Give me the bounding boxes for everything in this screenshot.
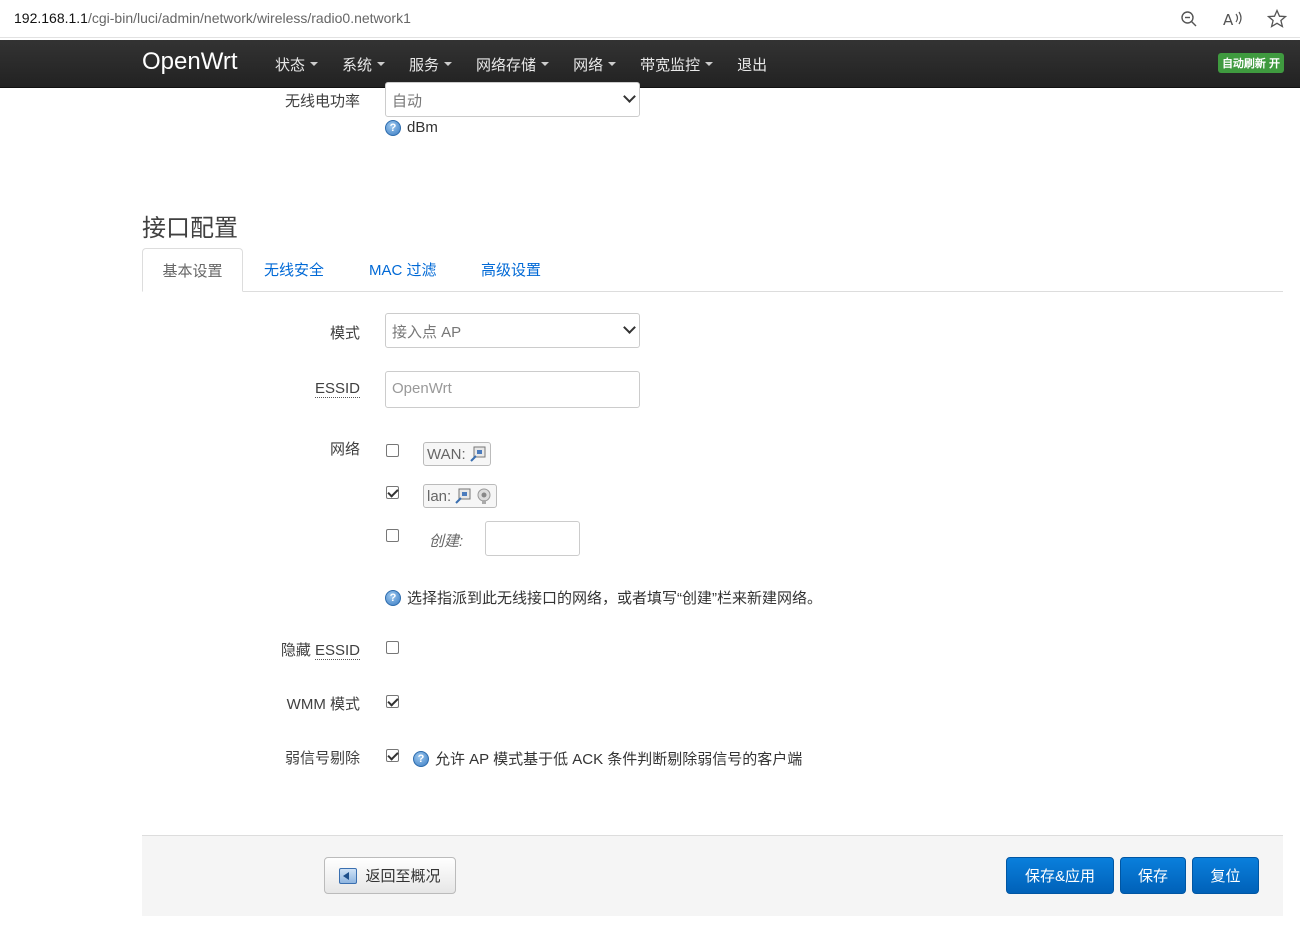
mode-label: 模式	[329, 325, 360, 342]
tx-power-value: 自动	[392, 93, 423, 110]
tab-basic-settings[interactable]: 基本设置	[142, 248, 243, 292]
menu-bandwidth-label: 带宽监控	[640, 56, 701, 74]
caret-down-icon	[608, 62, 617, 66]
save-button[interactable]: 保存	[1120, 857, 1186, 894]
network-lan-checkbox[interactable]	[386, 486, 399, 499]
reset-button[interactable]: 复位	[1192, 857, 1259, 894]
help-icon: ?	[413, 750, 429, 767]
essid-label-text: ESSID	[314, 380, 360, 398]
save-apply-button[interactable]: 保存&应用	[1006, 857, 1114, 894]
hide-essid-label: 隐藏 ESSID	[140, 639, 360, 660]
mode-value: 接入点 AP	[392, 324, 462, 341]
network-label: 网络	[329, 441, 360, 458]
tx-power-select[interactable]: 自动	[385, 82, 640, 117]
form-actions: 返回至概况 保存&应用 保存 复位	[142, 835, 1283, 916]
network-wan-checkbox[interactable]	[386, 444, 399, 457]
weak-signal-help-text: 允许 AP 模式基于低 ACK 条件判断剔除弱信号的客户端	[435, 751, 803, 768]
network-create-label: 创建:	[429, 533, 464, 550]
back-to-overview-label: 返回至概况	[365, 868, 441, 885]
tab-advanced-settings[interactable]: 高级设置	[463, 248, 559, 291]
tab-wireless-security[interactable]: 无线安全	[246, 248, 342, 291]
hide-essid-label-prefix: 隐藏	[280, 642, 315, 659]
brand-logo[interactable]: OpenWrt	[142, 48, 238, 76]
menu-system-label: 系统	[342, 56, 373, 74]
help-icon: ?	[385, 589, 401, 606]
chevron-down-icon	[623, 321, 636, 334]
menu-status[interactable]: 状态	[275, 54, 319, 75]
caret-down-icon	[541, 62, 550, 66]
zoom-out-icon[interactable]	[1176, 7, 1202, 31]
weak-signal-label: 弱信号剔除	[284, 750, 360, 767]
hide-essid-checkbox[interactable]	[386, 641, 399, 654]
back-arrow-icon	[339, 867, 358, 884]
svg-text:A: A	[1223, 11, 1234, 28]
wifi-interface-icon	[477, 488, 491, 504]
network-create-checkbox[interactable]	[386, 529, 399, 542]
caret-down-icon	[705, 62, 714, 66]
favorite-star-icon[interactable]	[1264, 7, 1290, 31]
chevron-down-icon	[623, 90, 636, 103]
caret-down-icon	[444, 62, 453, 66]
main-menu: 状态 系统 服务 网络存储 网络 带宽监控 退出	[275, 40, 791, 88]
top-navbar: OpenWrt 状态 系统 服务 网络存储 网络 带宽监控 退出 自动刷新 开	[0, 40, 1300, 88]
menu-network[interactable]: 网络	[573, 54, 617, 75]
menu-services[interactable]: 服务	[409, 54, 453, 75]
menu-system[interactable]: 系统	[342, 54, 386, 75]
weak-signal-help: ? 允许 AP 模式基于低 ACK 条件判断剔除弱信号的客户端	[413, 748, 802, 769]
wmm-mode-checkbox[interactable]	[386, 695, 399, 708]
essid-label: ESSID	[140, 380, 360, 398]
help-icon: ?	[385, 119, 401, 136]
menu-logout[interactable]: 退出	[737, 54, 767, 75]
caret-down-icon	[310, 62, 319, 66]
mode-select[interactable]: 接入点 AP	[385, 313, 640, 348]
network-create-input[interactable]	[485, 521, 580, 556]
tab-mac-filter[interactable]: MAC 过滤	[351, 248, 455, 291]
essid-input[interactable]: OpenWrt	[385, 371, 640, 408]
interface-config-title: 接口配置	[142, 215, 238, 242]
back-to-overview-button[interactable]: 返回至概况	[324, 857, 456, 894]
menu-bandwidth[interactable]: 带宽监控	[640, 54, 714, 75]
url-path: /cgi-bin/luci/admin/network/wireless/rad…	[87, 10, 411, 26]
weak-signal-checkbox[interactable]	[386, 749, 399, 762]
interface-tabs: 基本设置 无线安全 MAC 过滤 高级设置	[142, 248, 1283, 292]
menu-logout-label: 退出	[737, 56, 768, 74]
url-host: 192.168.1.1	[14, 10, 88, 26]
url-field[interactable]: 192.168.1.1/cgi-bin/luci/admin/network/w…	[14, 10, 411, 26]
tx-power-label: 无线电功率	[284, 93, 360, 110]
network-help-text: 选择指派到此无线接口的网络，或者填写“创建”栏来新建网络。	[407, 590, 822, 607]
network-wan-name: WAN:	[427, 445, 466, 463]
menu-nas-label: 网络存储	[476, 56, 537, 74]
hide-essid-label-abbr: ESSID	[314, 642, 360, 660]
browser-address-bar: 192.168.1.1/cgi-bin/luci/admin/network/w…	[0, 0, 1300, 38]
ethernet-port-icon	[455, 488, 471, 504]
network-lan-name: lan:	[427, 487, 452, 505]
wmm-mode-label: WMM 模式	[286, 696, 360, 713]
network-help: ? 选择指派到此无线接口的网络，或者填写“创建”栏来新建网络。	[385, 587, 822, 608]
read-aloud-icon[interactable]: A	[1220, 7, 1246, 31]
menu-network-label: 网络	[573, 56, 604, 74]
menu-status-label: 状态	[275, 56, 306, 74]
auto-refresh-badge[interactable]: 自动刷新 开	[1217, 53, 1284, 73]
network-lan-badge: lan:	[423, 484, 498, 508]
tx-power-unit: dBm	[407, 119, 438, 136]
caret-down-icon	[377, 62, 386, 66]
menu-nas[interactable]: 网络存储	[476, 54, 550, 75]
tx-power-help: ? dBm	[385, 119, 438, 136]
network-wan-badge: WAN:	[423, 442, 491, 466]
ethernet-port-icon	[469, 446, 486, 462]
menu-services-label: 服务	[409, 56, 440, 74]
